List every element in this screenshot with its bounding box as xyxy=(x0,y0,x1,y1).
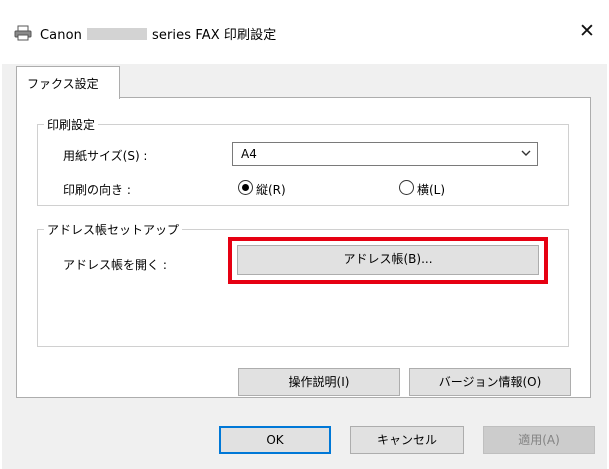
open-address-book-label: アドレス帳を開く : xyxy=(63,258,167,272)
paper-size-label: 用紙サイズ(S) : xyxy=(63,149,148,163)
cancel-button[interactable]: キャンセル xyxy=(350,426,464,454)
chevron-down-icon xyxy=(521,150,531,156)
printer-icon xyxy=(14,25,32,41)
paper-size-select[interactable]: A4 xyxy=(232,142,538,166)
tab-label: ファクス設定 xyxy=(27,77,99,91)
paper-size-value: A4 xyxy=(241,147,257,161)
close-icon[interactable]: ✕ xyxy=(574,18,600,44)
portrait-label: 縦(R) xyxy=(256,183,286,197)
address-book-legend: アドレス帳セットアップ xyxy=(44,221,183,238)
orientation-label: 印刷の向き : xyxy=(63,183,131,197)
title-suffix: series FAX 印刷設定 xyxy=(151,28,277,43)
window-title: Canon series FAX 印刷設定 xyxy=(40,24,276,43)
manual-button[interactable]: 操作説明(I) xyxy=(238,368,400,396)
apply-button[interactable]: 適用(A) xyxy=(483,426,595,454)
landscape-radio[interactable] xyxy=(399,180,414,195)
landscape-label: 横(L) xyxy=(417,183,446,197)
ok-button[interactable]: OK xyxy=(219,426,331,454)
highlight-frame xyxy=(228,237,548,284)
version-info-button[interactable]: バージョン情報(O) xyxy=(409,368,571,396)
redacted-model-name xyxy=(86,28,147,40)
print-settings-legend: 印刷設定 xyxy=(44,116,99,133)
tab-fax-settings[interactable]: ファクス設定 xyxy=(16,66,120,99)
portrait-radio[interactable] xyxy=(238,180,253,195)
title-brand: Canon xyxy=(40,28,82,43)
